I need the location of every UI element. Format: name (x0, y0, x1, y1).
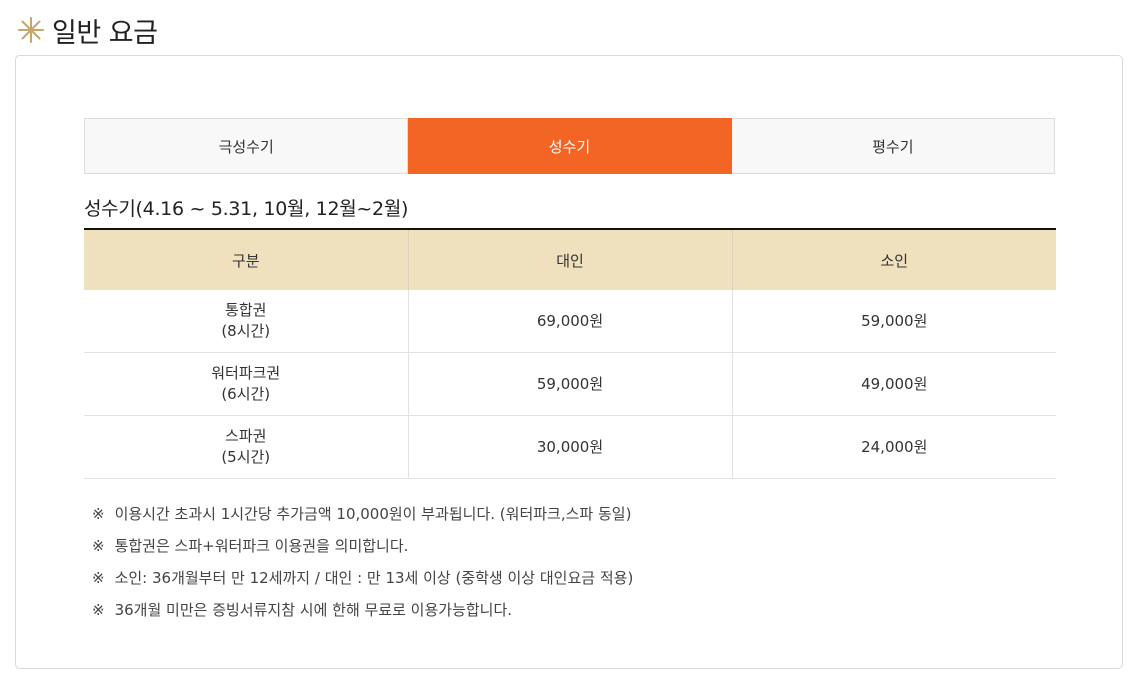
ticket-name: 스파권 (225, 427, 267, 445)
note-text: 소인: 36개월부터 만 12세까지 / 대인 : 만 13세 이상 (중학생 … (114, 569, 634, 587)
ticket-duration: (6시간) (221, 385, 271, 403)
page-title: 일반 요금 (52, 17, 158, 49)
child-price: 59,000원 (731, 290, 1056, 353)
table-row: 통합권 (8시간) 69,000원 59,000원 (84, 290, 1056, 353)
note-mark-icon: ※ (92, 569, 105, 587)
fare-content-box: 극성수기 성수기 평수기 성수기(4.16 ~ 5.31, 10월, 12월~2… (15, 55, 1123, 669)
ticket-duration: (8시간) (221, 322, 271, 340)
notes-list: ※ 이용시간 초과시 1시간당 추가금액 10,000원이 부과됩니다. (워터파… (92, 498, 633, 626)
header-child: 소인 (731, 229, 1056, 290)
note-text: 통합권은 스파+워터파크 이용권을 의미합니다. (114, 537, 409, 555)
table-row: 워터파크권 (6시간) 59,000원 49,000원 (84, 352, 1056, 416)
tab-high-season[interactable]: 성수기 (408, 118, 732, 174)
note-mark-icon: ※ (92, 505, 105, 523)
table-row: 스파권 (5시간) 30,000원 24,000원 (84, 415, 1056, 479)
ticket-cell: 스파권 (5시간) (84, 415, 408, 479)
adult-price: 30,000원 (407, 415, 732, 479)
section-title: 성수기(4.16 ~ 5.31, 10월, 12월~2월) (84, 198, 409, 220)
note-mark-icon: ※ (92, 537, 105, 555)
tab-peak-season[interactable]: 극성수기 (84, 118, 409, 174)
adult-price: 69,000원 (407, 290, 732, 353)
child-price: 49,000원 (731, 352, 1056, 416)
fare-table: 구분 대인 소인 통합권 (8시간) 69,000원 59,000원 워터파크권… (84, 228, 1056, 479)
ticket-name: 워터파크권 (211, 364, 281, 382)
adult-price: 59,000원 (407, 352, 732, 416)
note-item: ※ 이용시간 초과시 1시간당 추가금액 10,000원이 부과됩니다. (워터파… (92, 498, 633, 530)
note-text: 이용시간 초과시 1시간당 추가금액 10,000원이 부과됩니다. (워터파크… (114, 505, 632, 523)
note-mark-icon: ※ (92, 601, 105, 619)
child-price: 24,000원 (731, 415, 1056, 479)
ticket-duration: (5시간) (221, 448, 271, 466)
note-item: ※ 통합권은 스파+워터파크 이용권을 의미합니다. (92, 530, 633, 562)
header-adult: 대인 (407, 229, 732, 290)
note-item: ※ 소인: 36개월부터 만 12세까지 / 대인 : 만 13세 이상 (중학생… (92, 562, 633, 594)
ticket-name: 통합권 (225, 301, 267, 319)
season-tabs: 극성수기 성수기 평수기 (84, 118, 1055, 174)
header-category: 구분 (84, 229, 408, 290)
sparkle-icon (18, 17, 44, 43)
note-text: 36개월 미만은 증빙서류지참 시에 한해 무료로 이용가능합니다. (114, 601, 513, 619)
ticket-cell: 워터파크권 (6시간) (84, 352, 408, 416)
page-header: 일반 요금 (18, 12, 158, 49)
tab-regular-season[interactable]: 평수기 (731, 118, 1055, 174)
note-item: ※ 36개월 미만은 증빙서류지참 시에 한해 무료로 이용가능합니다. (92, 594, 633, 626)
table-header-row: 구분 대인 소인 (84, 229, 1056, 290)
ticket-cell: 통합권 (8시간) (84, 290, 408, 353)
